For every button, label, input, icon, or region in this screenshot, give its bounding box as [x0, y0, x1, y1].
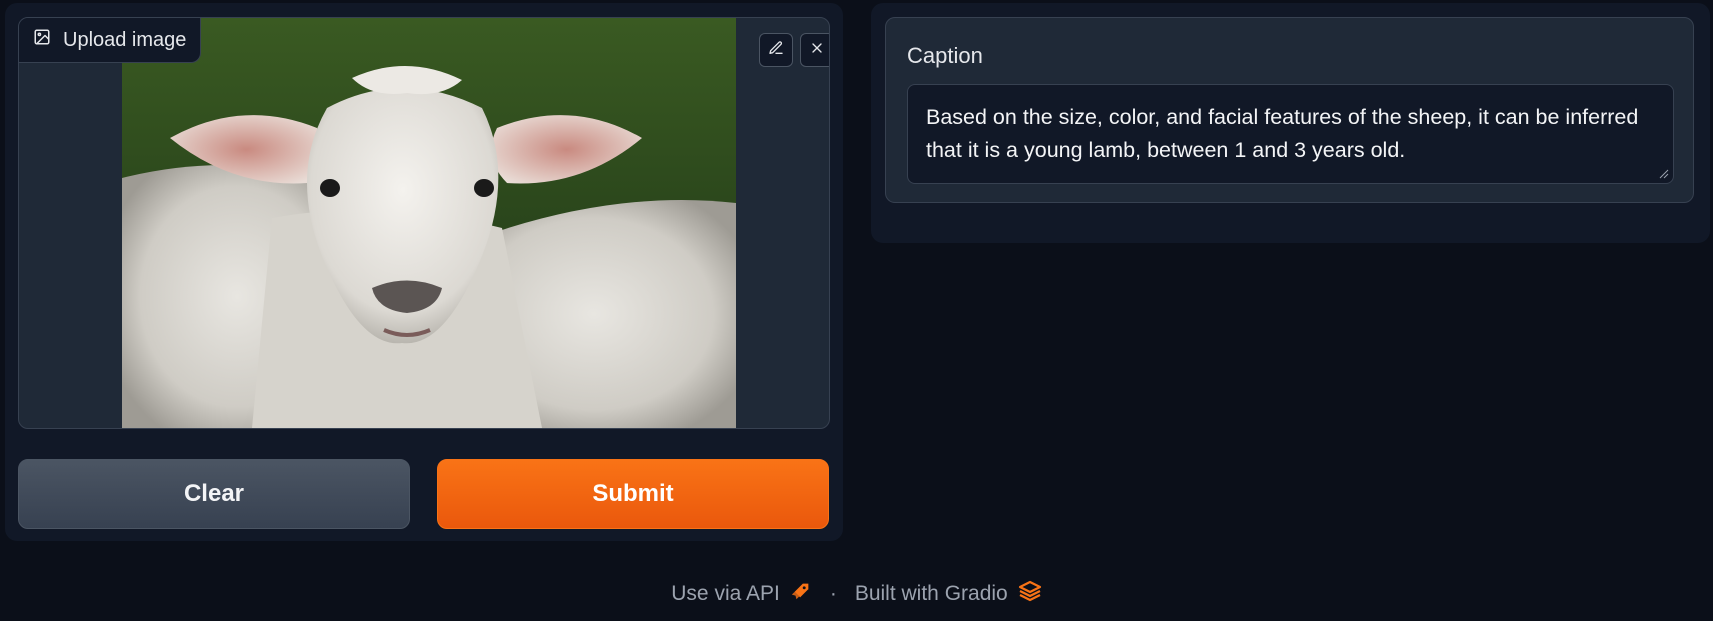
- use-via-api-link[interactable]: Use via API: [671, 580, 812, 608]
- built-with-gradio-text: Built with Gradio: [854, 582, 1008, 605]
- use-via-api-text: Use via API: [671, 582, 780, 605]
- close-icon: [809, 40, 825, 61]
- caption-textbox[interactable]: Based on the size, color, and facial fea…: [907, 84, 1674, 184]
- image-icon: [33, 28, 51, 52]
- image-upload-area[interactable]: Upload image: [18, 17, 830, 429]
- footer-separator: ·: [829, 582, 837, 605]
- resize-handle-icon[interactable]: [1659, 169, 1669, 179]
- clear-button[interactable]: Clear: [18, 459, 410, 529]
- input-panel: Upload image Clear Submit: [5, 3, 843, 541]
- upload-image-text: Upload image: [63, 28, 187, 51]
- remove-image-button[interactable]: [800, 33, 829, 67]
- edit-image-button[interactable]: [759, 33, 793, 67]
- output-panel: Caption Based on the size, color, and fa…: [871, 3, 1710, 243]
- caption-label: Caption: [907, 43, 983, 68]
- gradio-logo-icon: [1018, 580, 1042, 608]
- built-with-gradio-link[interactable]: Built with Gradio: [855, 580, 1042, 608]
- caption-value: Based on the size, color, and facial fea…: [926, 105, 1639, 162]
- caption-block: Caption Based on the size, color, and fa…: [885, 17, 1694, 203]
- uploaded-lamb-image: [122, 18, 736, 428]
- footer: Use via API · Built with Gradio: [0, 580, 1713, 608]
- pencil-icon: [768, 40, 784, 61]
- upload-image-label: Upload image: [19, 18, 202, 63]
- rocket-icon: [790, 580, 812, 608]
- submit-button[interactable]: Submit: [437, 459, 829, 529]
